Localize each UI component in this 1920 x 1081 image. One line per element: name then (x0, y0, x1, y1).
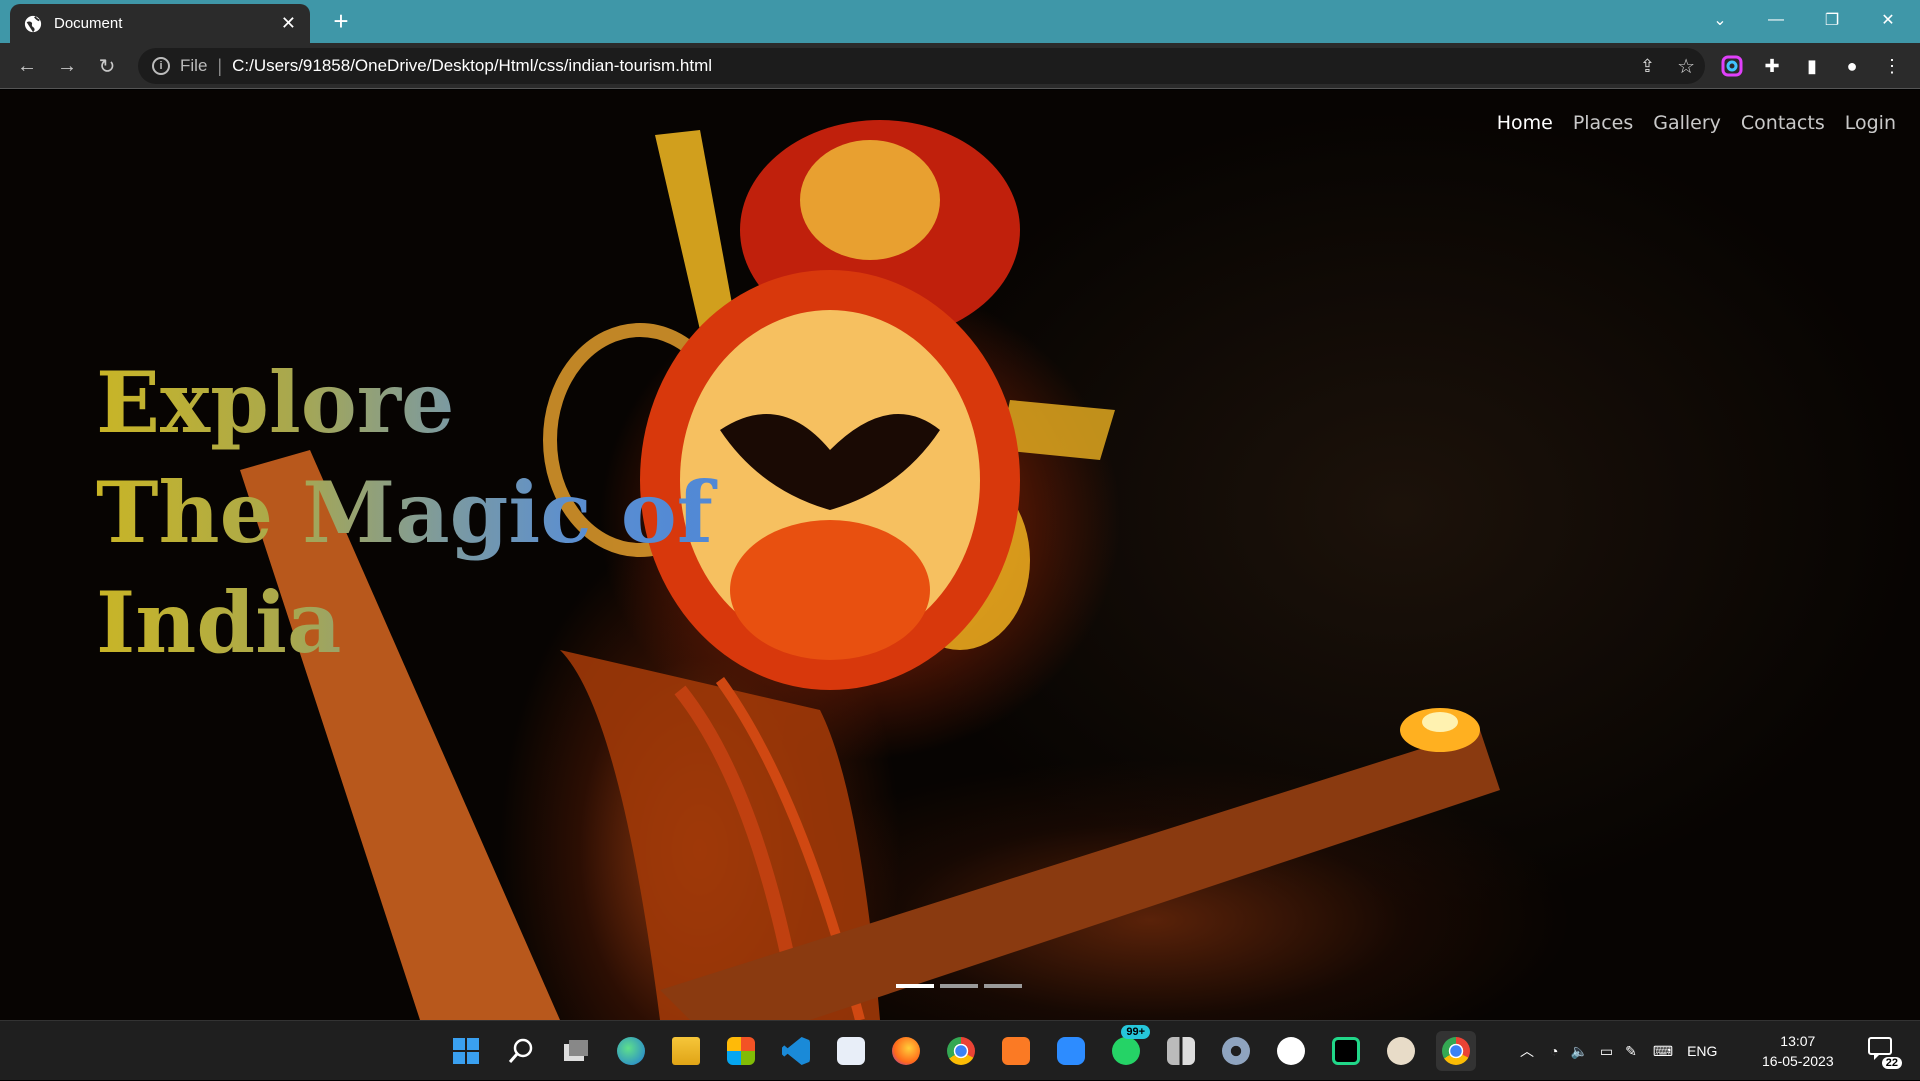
clock-time: 13:07 (1780, 1033, 1816, 1049)
url-separator: | (217, 55, 223, 76)
new-tab-button[interactable]: + (326, 6, 356, 36)
url-scheme: File (180, 56, 208, 75)
windows-start-icon[interactable] (446, 1031, 486, 1071)
headline-line-2: The Magic of (96, 463, 713, 562)
close-window-button[interactable]: ✕ (1860, 0, 1916, 40)
globe-icon (24, 15, 42, 32)
edge-icon[interactable] (611, 1031, 651, 1071)
close-tab-icon[interactable]: ✕ (281, 13, 296, 34)
nav-home-link[interactable]: Home (1497, 112, 1553, 134)
minimize-button[interactable]: — (1748, 0, 1804, 40)
speaker-icon[interactable]: 🔈 (1570, 1043, 1587, 1060)
task-view-icon[interactable] (556, 1031, 596, 1071)
whatsapp-badge: 99+ (1121, 1025, 1150, 1039)
headline-line-1: Explore (96, 353, 455, 452)
extensions-puzzle-icon[interactable]: ✚ (1760, 54, 1784, 78)
carousel-indicator-3[interactable] (984, 984, 1022, 988)
info-icon[interactable]: i (152, 57, 170, 75)
chevron-up-icon[interactable]: ︿ (1520, 1041, 1534, 1061)
url-text[interactable]: C:/Users/91858/OneDrive/Desktop/Html/css… (232, 56, 712, 76)
battery-icon[interactable]: ▭ (1600, 1043, 1613, 1060)
browser-toolbar: ← → ↻ i File | C:/Users/91858/OneDrive/D… (0, 43, 1920, 89)
nav-contacts-link[interactable]: Contacts (1741, 112, 1825, 134)
avatar-app-icon[interactable] (1381, 1031, 1421, 1071)
keyboard-icon[interactable]: ⌨ (1653, 1043, 1673, 1060)
nav-gallery-link[interactable]: Gallery (1653, 112, 1721, 134)
system-tray: ︿ ◔ 🔈 ▭ ✎ ⌨ ENG (1520, 1021, 1717, 1081)
hero-headline: Explore The Magic of India (96, 348, 736, 678)
clock-date: 16-05-2023 (1762, 1053, 1834, 1069)
chrome-active-icon[interactable] (1436, 1031, 1476, 1071)
menu-kebab-icon[interactable]: ⋮ (1880, 54, 1904, 78)
pycharm-icon[interactable] (1326, 1031, 1366, 1071)
nav-places-link[interactable]: Places (1573, 112, 1633, 134)
side-panel-icon[interactable]: ▮ (1800, 54, 1824, 78)
carousel-indicator-1[interactable] (896, 984, 934, 988)
extension-colorful-icon[interactable] (1720, 54, 1744, 78)
wifi-icon[interactable]: ◔ (1550, 1043, 1558, 1059)
main-nav: Home Places Gallery Contacts Login (1497, 112, 1896, 134)
vscode-icon[interactable] (776, 1031, 816, 1071)
hero-section: Home Places Gallery Contacts Login Explo… (0, 90, 1920, 1020)
carousel-indicators (896, 984, 1022, 988)
whatsapp-icon[interactable]: 99+ (1106, 1025, 1150, 1071)
forward-arrow-icon[interactable]: → (52, 51, 82, 81)
share-icon[interactable]: ⇪ (1640, 56, 1655, 77)
search-icon[interactable] (501, 1031, 541, 1071)
chrome-icon[interactable] (941, 1031, 981, 1071)
back-arrow-icon[interactable]: ← (12, 51, 42, 81)
bookmark-star-icon[interactable]: ☆ (1677, 54, 1695, 79)
browser-tab-bar: Document ✕ + ⌄ — ❐ ✕ (0, 0, 1920, 43)
language-indicator[interactable]: ENG (1687, 1043, 1717, 1059)
restore-button[interactable]: ❐ (1804, 0, 1860, 40)
notification-count: 22 (1881, 1057, 1902, 1069)
nav-login-link[interactable]: Login (1845, 112, 1896, 134)
firefox-icon[interactable] (886, 1031, 926, 1071)
reload-icon[interactable]: ↻ (92, 51, 122, 81)
tab-title: Document (54, 15, 123, 32)
settings-gear-icon[interactable] (1216, 1031, 1256, 1071)
windows-taskbar: 99+ ︿ ◔ 🔈 ▭ ✎ ⌨ ENG 13:07 16-05-2023 22 (0, 1020, 1920, 1080)
address-bar[interactable]: i File | C:/Users/91858/OneDrive/Desktop… (138, 48, 1705, 84)
notepad-icon[interactable] (831, 1031, 871, 1071)
xampp-icon[interactable] (996, 1031, 1036, 1071)
carousel-indicator-2[interactable] (940, 984, 978, 988)
profile-icon[interactable]: ● (1840, 54, 1864, 78)
github-icon[interactable] (1271, 1031, 1311, 1071)
zoom-icon[interactable] (1051, 1031, 1091, 1071)
widgets-icon[interactable] (1161, 1031, 1201, 1071)
notification-icon[interactable]: 22 (1868, 1037, 1902, 1069)
browser-tab[interactable]: Document ✕ (10, 4, 310, 43)
clock[interactable]: 13:07 16-05-2023 (1762, 1031, 1834, 1071)
tab-search-icon[interactable]: ⌄ (1692, 0, 1748, 40)
file-explorer-icon[interactable] (666, 1031, 706, 1071)
headline-line-3: India (96, 573, 342, 672)
microsoft-store-icon[interactable] (721, 1031, 761, 1071)
pen-icon[interactable]: ✎ (1625, 1043, 1637, 1060)
